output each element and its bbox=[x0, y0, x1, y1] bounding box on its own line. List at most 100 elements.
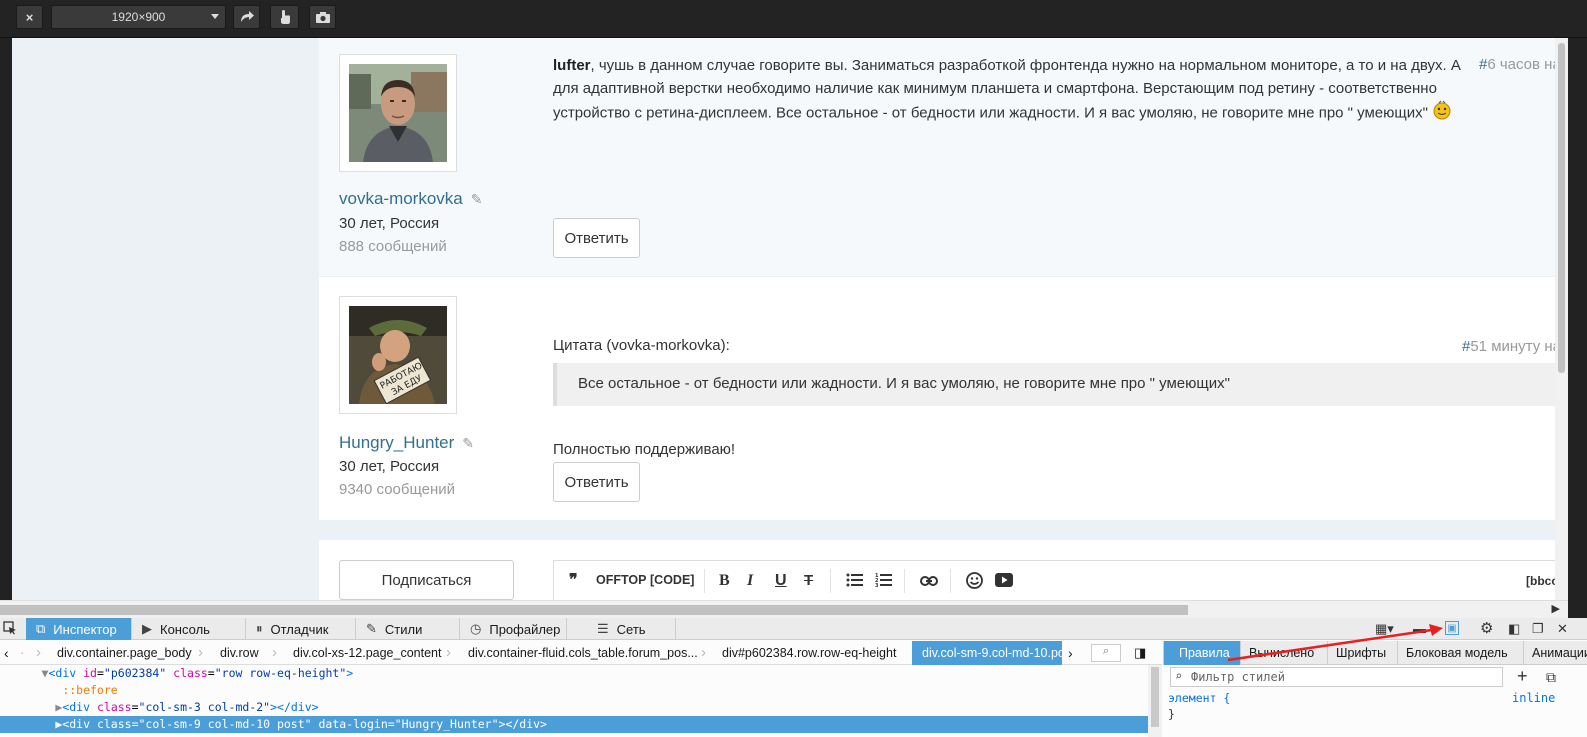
horizontal-scrollbar[interactable]: ▶ bbox=[0, 600, 1568, 618]
frame-edge bbox=[1568, 38, 1587, 618]
tab-animations[interactable]: Анимации bbox=[1524, 641, 1587, 665]
element-picker-icon[interactable] bbox=[3, 621, 17, 638]
avatar-photo: РАБОТАЮ ЗА ЕДУ bbox=[349, 306, 447, 404]
rule-source[interactable]: inline bbox=[1512, 691, 1555, 705]
inspector-icon: ⧉ bbox=[36, 621, 46, 636]
code-button[interactable]: [CODE] bbox=[650, 573, 694, 587]
quote-title: Цитата (vovka-morkovka): bbox=[553, 337, 730, 354]
post-meta[interactable]: #6 часов на bbox=[1479, 56, 1555, 73]
scrollbar-thumb[interactable] bbox=[0, 605, 1188, 615]
tab-network[interactable]: ☰ Сеть bbox=[567, 618, 676, 640]
breadcrumb-separator: › bbox=[701, 644, 706, 661]
rule-selector[interactable]: элемент { bbox=[1168, 691, 1230, 705]
bullet-list-icon[interactable] bbox=[846, 573, 864, 590]
breadcrumb-item[interactable]: div.container.page_body bbox=[57, 641, 192, 665]
quote-icon[interactable]: ❞ bbox=[569, 570, 578, 590]
pseudo-class-icon[interactable]: ⧉ bbox=[1546, 669, 1556, 686]
forum-post: vovka-morkovka ✎ 30 лет, Россия 888 сообщ… bbox=[319, 38, 1555, 276]
numbered-list-icon[interactable]: 123 bbox=[875, 572, 893, 591]
youtube-icon[interactable] bbox=[995, 573, 1013, 590]
breadcrumb-item[interactable]: div.row bbox=[220, 641, 259, 665]
breadcrumb-item-selected[interactable]: div.col-sm-9.col-md-10.po bbox=[912, 641, 1062, 665]
breadcrumb-overflow[interactable]: · bbox=[20, 641, 24, 665]
close-rdm-button[interactable]: × bbox=[16, 5, 43, 29]
add-rule-icon[interactable]: + bbox=[1517, 666, 1528, 687]
filter-styles-input[interactable]: ⌕ Фильтр стилей bbox=[1170, 667, 1503, 687]
split-console-icon[interactable]: ▬ bbox=[1413, 621, 1426, 636]
gear-icon[interactable]: ⚙ bbox=[1480, 619, 1493, 637]
scrollbar-thumb[interactable] bbox=[1151, 667, 1159, 727]
screenshot-button[interactable] bbox=[309, 5, 336, 29]
forum-post: РАБОТАЮ ЗА ЕДУ Hungry_Hunter ✎ 30 лет, Ро… bbox=[319, 277, 1555, 520]
markup-node-selected[interactable]: ▶<div class="col-sm-9 col-md-10 post" da… bbox=[0, 716, 1148, 733]
breadcrumb-item[interactable]: div.col-xs-12.page_content bbox=[293, 641, 441, 665]
avatar[interactable]: РАБОТАЮ ЗА ЕДУ bbox=[339, 296, 457, 414]
smiley-picker-icon[interactable] bbox=[966, 572, 983, 592]
subscribe-button[interactable]: Подписаться bbox=[339, 560, 514, 600]
user-message-count: 9340 сообщений bbox=[339, 481, 456, 498]
console-icon: ▶ bbox=[142, 621, 152, 636]
vertical-scrollbar[interactable] bbox=[1555, 38, 1568, 600]
bold-button[interactable]: B bbox=[719, 572, 730, 590]
post-meta[interactable]: #51 минуту на bbox=[1462, 338, 1555, 355]
quote-block: Все остальное - от бедности или жадности… bbox=[553, 363, 1555, 406]
profiler-icon: ◷ bbox=[470, 621, 482, 636]
avatar[interactable] bbox=[339, 54, 457, 172]
divider bbox=[904, 569, 905, 593]
markup-node[interactable]: ▶<div class="col-sm-3 col-md-2"></div> bbox=[0, 699, 1148, 716]
tab-inspector[interactable]: ⧉ Инспектор bbox=[26, 618, 132, 640]
breadcrumb-separator: › bbox=[198, 644, 203, 661]
touch-simulation-button[interactable] bbox=[270, 5, 299, 29]
markup-scrollbar[interactable] bbox=[1148, 665, 1162, 737]
breadcrumb-item[interactable]: div#p602384.row.row-eq-height bbox=[722, 641, 896, 665]
viewport-size-select[interactable]: 1920×900 bbox=[51, 5, 226, 29]
post-author-link[interactable]: Hungry_Hunter ✎ bbox=[339, 433, 474, 453]
link-icon[interactable] bbox=[920, 574, 938, 590]
tab-computed[interactable]: Вычислено bbox=[1241, 641, 1328, 665]
scrollbar-thumb[interactable] bbox=[1558, 43, 1565, 373]
markup-view[interactable]: ▼<div id="p602384" class="row row-eq-hei… bbox=[0, 665, 1148, 737]
close-icon[interactable]: ✕ bbox=[1557, 621, 1568, 637]
breadcrumb-item[interactable]: div.container-fluid.cols_table.forum_pos… bbox=[468, 641, 698, 665]
markup-node[interactable]: ::before bbox=[0, 682, 1148, 699]
chevron-right-icon[interactable]: › bbox=[1068, 641, 1073, 665]
tab-debugger[interactable]: ⏸ Отладчик bbox=[246, 618, 356, 640]
tab-profiler[interactable]: ◷ Профайлер bbox=[460, 618, 567, 640]
reply-button[interactable]: Ответить bbox=[553, 462, 640, 502]
responsive-mode-icon[interactable]: ▣ bbox=[1445, 621, 1459, 635]
post-time: 51 минуту на bbox=[1470, 338, 1555, 355]
tab-console[interactable]: ▶ Консоль bbox=[132, 618, 246, 640]
italic-button[interactable]: I bbox=[747, 572, 753, 590]
breadcrumb-separator: › bbox=[272, 644, 277, 661]
reply-button[interactable]: Ответить bbox=[553, 218, 640, 258]
username[interactable]: vovka-morkovka bbox=[339, 189, 463, 208]
dock-side-icon[interactable]: ◧ bbox=[1508, 621, 1520, 637]
tab-rules[interactable]: Правила bbox=[1164, 641, 1241, 665]
post-author-link[interactable]: vovka-morkovka ✎ bbox=[339, 189, 483, 209]
underline-button[interactable]: U bbox=[775, 572, 787, 590]
user-message-count: 888 сообщений bbox=[339, 238, 447, 255]
tab-style-editor[interactable]: ✎ Стили bbox=[356, 618, 460, 640]
mention[interactable]: lufter bbox=[553, 57, 591, 74]
tab-fonts[interactable]: Шрифты bbox=[1328, 641, 1398, 665]
frame-select-icon[interactable]: ▦▾ bbox=[1375, 621, 1394, 637]
username[interactable]: Hungry_Hunter bbox=[339, 433, 454, 452]
rotate-button[interactable] bbox=[233, 5, 260, 29]
debugger-icon: ⏸ bbox=[256, 621, 263, 636]
offtop-button[interactable]: OFFTOP bbox=[596, 573, 646, 587]
style-editor-icon: ✎ bbox=[366, 621, 377, 636]
pencil-icon[interactable]: ✎ bbox=[471, 191, 483, 208]
bbcode-toggle[interactable]: [bbcod bbox=[1526, 574, 1555, 588]
undock-icon[interactable]: ❐ bbox=[1532, 621, 1544, 637]
pencil-icon[interactable]: ✎ bbox=[462, 435, 474, 452]
camera-icon bbox=[315, 11, 330, 23]
post-text: , чушь в данном случае говорите вы. Зани… bbox=[553, 57, 1461, 122]
search-icon[interactable]: ⌕ bbox=[1091, 644, 1121, 662]
tab-box-model[interactable]: Блоковая модель bbox=[1398, 641, 1524, 665]
sidebar-toggle-icon[interactable]: ◨ bbox=[1134, 641, 1146, 665]
strike-button[interactable]: T bbox=[804, 572, 813, 589]
reply-editor-section: Подписаться ❞ OFFTOP [CODE] B I U T 123 bbox=[319, 540, 1555, 600]
chevron-left-icon[interactable]: ‹ bbox=[4, 641, 9, 665]
scroll-right-icon[interactable]: ▶ bbox=[1552, 602, 1560, 615]
markup-node[interactable]: ▼<div id="p602384" class="row row-eq-hei… bbox=[0, 665, 1148, 682]
